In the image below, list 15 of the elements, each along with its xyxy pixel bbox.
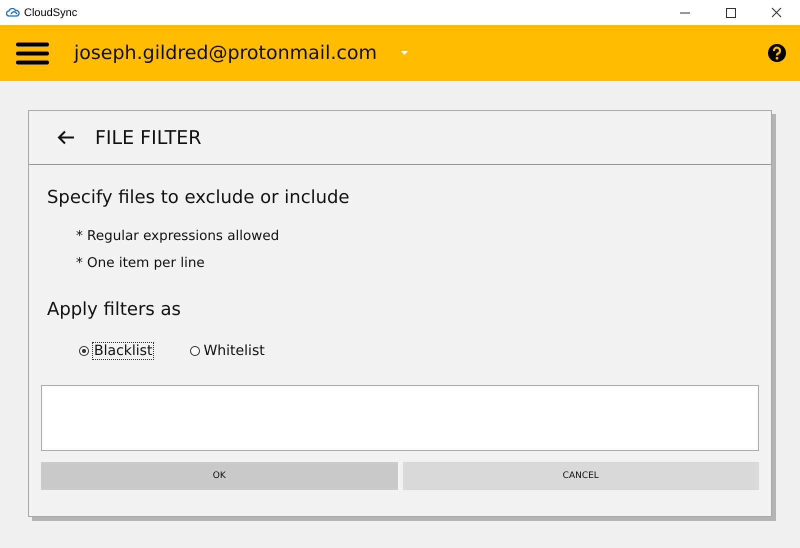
- filter-input-field[interactable]: [41, 385, 759, 451]
- menu-icon[interactable]: [16, 42, 49, 64]
- account-name[interactable]: joseph.gildred@protonmail.com: [74, 42, 377, 64]
- section-heading: Apply filters as: [47, 299, 182, 320]
- cancel-button[interactable]: CANCEL: [402, 462, 759, 490]
- section-heading: Specify files to exclude or include: [47, 187, 350, 208]
- help-icon[interactable]: [768, 44, 786, 62]
- cloud-logo-icon: [6, 8, 20, 18]
- ok-button[interactable]: OK: [41, 462, 398, 490]
- back-arrow-icon[interactable]: [57, 130, 75, 145]
- note-text: * Regular expressions allowed: [76, 228, 280, 244]
- radio-option[interactable]: Whitelist: [188, 341, 267, 361]
- page-title: FILE FILTER: [95, 126, 202, 148]
- note-text: * One item per line: [76, 255, 206, 271]
- window-title: CloudSync: [24, 6, 78, 18]
